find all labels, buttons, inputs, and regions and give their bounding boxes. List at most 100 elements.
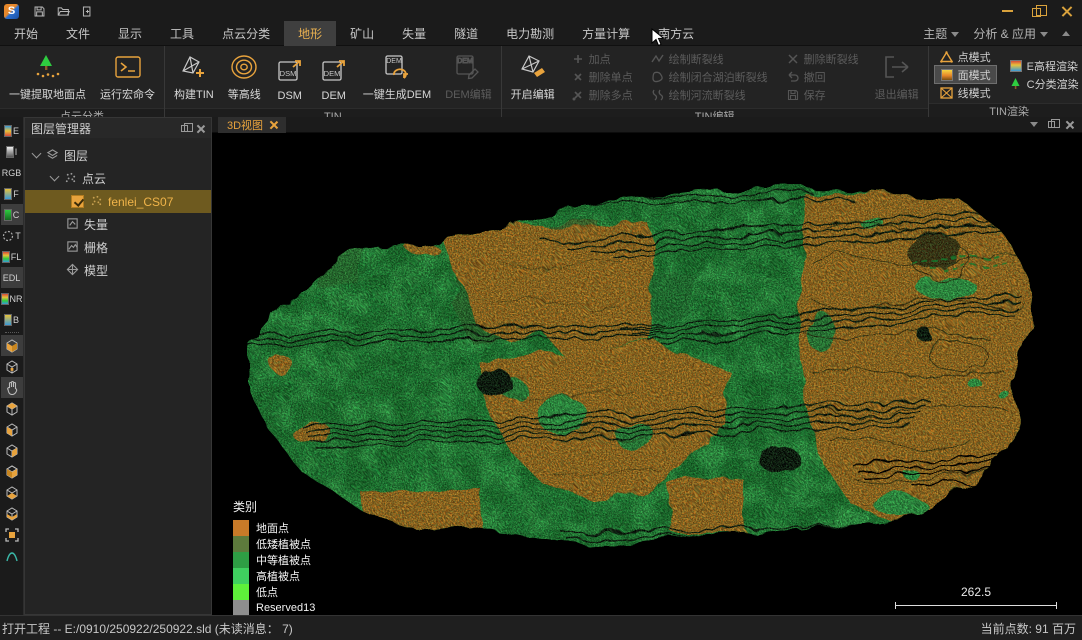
viewport-3d[interactable]: 类别 地面点 低矮植被点 中等植被点 高植被点 xyxy=(212,133,1082,615)
strip-view-bottom-button[interactable] xyxy=(1,503,23,524)
start-edit-button[interactable]: 开启编辑 xyxy=(505,48,561,106)
ribbon-group-tin-edit: 开启编辑 加点 删除单点 删除多点 xyxy=(502,46,929,117)
tab-list-dropdown-icon[interactable] xyxy=(1030,122,1038,127)
undo-button[interactable]: 撤回 xyxy=(781,69,864,86)
strip-view-back-button[interactable] xyxy=(1,482,23,503)
strip-frame-select-button[interactable] xyxy=(1,524,23,545)
strip-elevation-button[interactable]: E xyxy=(1,120,23,141)
tin-mesh-icon xyxy=(179,51,209,83)
tree-row-model[interactable]: 模型 xyxy=(25,259,211,282)
strip-view-top-button[interactable] xyxy=(1,398,23,419)
strip-info-button[interactable] xyxy=(1,545,23,566)
delete-multi-point-button[interactable]: 删除多点 xyxy=(566,87,638,104)
strip-b-button[interactable]: B xyxy=(1,309,23,330)
view-float-icon[interactable] xyxy=(1048,121,1055,128)
legend-title: 类别 xyxy=(233,498,315,515)
legend-swatch-medium-vegetation xyxy=(233,552,249,568)
exit-edit-button[interactable]: 退出编辑 xyxy=(869,48,925,106)
add-point-button[interactable]: 加点 xyxy=(566,51,638,68)
tree-row-vector[interactable]: 失量 xyxy=(25,213,211,236)
title-bar: S xyxy=(0,0,1082,22)
clip-box-icon xyxy=(4,338,20,354)
panel-float-icon[interactable] xyxy=(181,125,188,132)
one-click-dem-button[interactable]: DEM 一键生成DEM xyxy=(357,48,437,106)
pointcloud-icon xyxy=(89,194,103,210)
theme-dropdown[interactable]: 主题 xyxy=(923,25,959,42)
delete-single-point-button[interactable]: 删除单点 xyxy=(566,69,638,86)
point-mode-button[interactable]: 点模式 xyxy=(935,48,996,65)
menu-item-vector[interactable]: 失量 xyxy=(388,21,440,46)
view-close-icon[interactable] xyxy=(1065,120,1074,129)
draw-breakline-button[interactable]: 绘制断裂线 xyxy=(646,51,773,68)
save-edit-button[interactable]: 保存 xyxy=(781,87,864,104)
view-cube-right-icon xyxy=(4,464,20,480)
menu-item-start[interactable]: 开始 xyxy=(0,21,52,46)
open-project-button[interactable] xyxy=(55,3,71,19)
new-project-button[interactable] xyxy=(79,3,95,19)
menu-item-tools[interactable]: 工具 xyxy=(156,21,208,46)
draw-river-breakline-button[interactable]: 绘制河流断裂线 xyxy=(646,87,773,104)
delete-breakline-button[interactable]: 删除断裂线 xyxy=(781,51,864,68)
strip-clipbox-point-button[interactable] xyxy=(1,356,23,377)
strip-edl-button[interactable]: EDL xyxy=(1,267,23,288)
exit-edit-icon xyxy=(882,51,912,83)
contour-button[interactable]: 等高线 xyxy=(222,48,267,106)
strip-nr-button[interactable]: NR xyxy=(1,288,23,309)
chevron-expanded-icon[interactable] xyxy=(50,172,60,182)
analysis-app-dropdown[interactable]: 分析 & 应用 xyxy=(973,25,1048,42)
panel-close-icon[interactable] xyxy=(196,124,205,133)
line-mode-button[interactable]: 线模式 xyxy=(935,84,996,101)
menu-item-power-survey[interactable]: 电力勘测 xyxy=(492,21,568,46)
extract-ground-points-button[interactable]: 一键提取地面点 xyxy=(3,48,92,106)
build-tin-button[interactable]: 构建TIN xyxy=(168,48,220,106)
menu-item-mine[interactable]: 矿山 xyxy=(336,21,388,46)
strip-intensity-button[interactable]: I xyxy=(1,141,23,162)
dem-edit-button[interactable]: DEM DEM编辑 xyxy=(439,48,497,106)
tree-row-raster[interactable]: 栅格 xyxy=(25,236,211,259)
chevron-expanded-icon[interactable] xyxy=(32,149,42,159)
menu-item-display[interactable]: 显示 xyxy=(104,21,156,46)
run-macro-button[interactable]: 运行宏命令 xyxy=(94,48,161,106)
tin-render-style-column: E高程渲染 C分类渲染 xyxy=(1001,48,1082,101)
strip-time-button[interactable]: T xyxy=(1,225,23,246)
strip-classification-button[interactable]: C xyxy=(1,204,23,225)
save-button[interactable] xyxy=(31,3,47,19)
close-button[interactable] xyxy=(1052,0,1082,22)
strip-view-front-button[interactable] xyxy=(1,419,23,440)
tab-close-icon[interactable] xyxy=(269,121,277,129)
menu-item-file[interactable]: 文件 xyxy=(52,21,104,46)
ribbon: 一键提取地面点 运行宏命令 点云分类 构建TIN xyxy=(0,46,1082,117)
menu-item-volume-calc[interactable]: 方量计算 xyxy=(568,21,644,46)
tab-3d-view[interactable]: 3D视图 xyxy=(218,117,286,133)
strip-view-right-button[interactable] xyxy=(1,461,23,482)
scale-bar-value: 262.5 xyxy=(895,585,1057,599)
render-mode-strip: E I RGB F C T FL EDL NR B xyxy=(0,117,24,615)
strip-view-left-button[interactable] xyxy=(1,440,23,461)
menu-item-terrain[interactable]: 地形 xyxy=(284,21,336,46)
classification-chip-icon xyxy=(4,209,12,221)
undo-icon xyxy=(786,70,800,84)
collapse-ribbon-icon[interactable] xyxy=(1062,31,1070,36)
dsm-button[interactable]: DSM DSM xyxy=(269,48,311,106)
strip-pan-button[interactable] xyxy=(1,377,23,398)
draw-lake-breakline-button[interactable]: 绘制闭合湖泊断裂线 xyxy=(646,69,773,86)
face-mode-button[interactable]: 面模式 xyxy=(935,66,996,83)
tree-row-layers-root[interactable]: 图层 xyxy=(25,144,211,167)
elevation-render-button[interactable]: E高程渲染 xyxy=(1004,57,1082,74)
strip-flight-button[interactable]: F xyxy=(1,183,23,204)
tree-row-pointcloud-item[interactable]: fenlei_CS07 xyxy=(25,190,211,213)
strip-clipbox-button[interactable] xyxy=(1,335,23,356)
menu-item-pointcloud-classify[interactable]: 点云分类 xyxy=(208,21,284,46)
ribbon-group-tin-render: 点模式 面模式 线模式 E高程渲染 xyxy=(929,46,1082,117)
tree-row-pointcloud-group[interactable]: 点云 xyxy=(25,167,211,190)
minimize-button[interactable] xyxy=(992,0,1022,22)
tin-edit-manage-column: 删除断裂线 撤回 保存 xyxy=(778,48,867,106)
layer-manager-header: 图层管理器 xyxy=(25,118,211,138)
restore-button[interactable] xyxy=(1022,0,1052,22)
dem-button[interactable]: DEM DEM xyxy=(313,48,355,106)
menu-item-tunnel[interactable]: 隧道 xyxy=(440,21,492,46)
layer-visibility-checkbox[interactable] xyxy=(71,195,84,208)
strip-fl-button[interactable]: FL xyxy=(1,246,23,267)
classification-render-button[interactable]: C分类渲染 xyxy=(1004,75,1082,92)
strip-rgb-button[interactable]: RGB xyxy=(1,162,23,183)
